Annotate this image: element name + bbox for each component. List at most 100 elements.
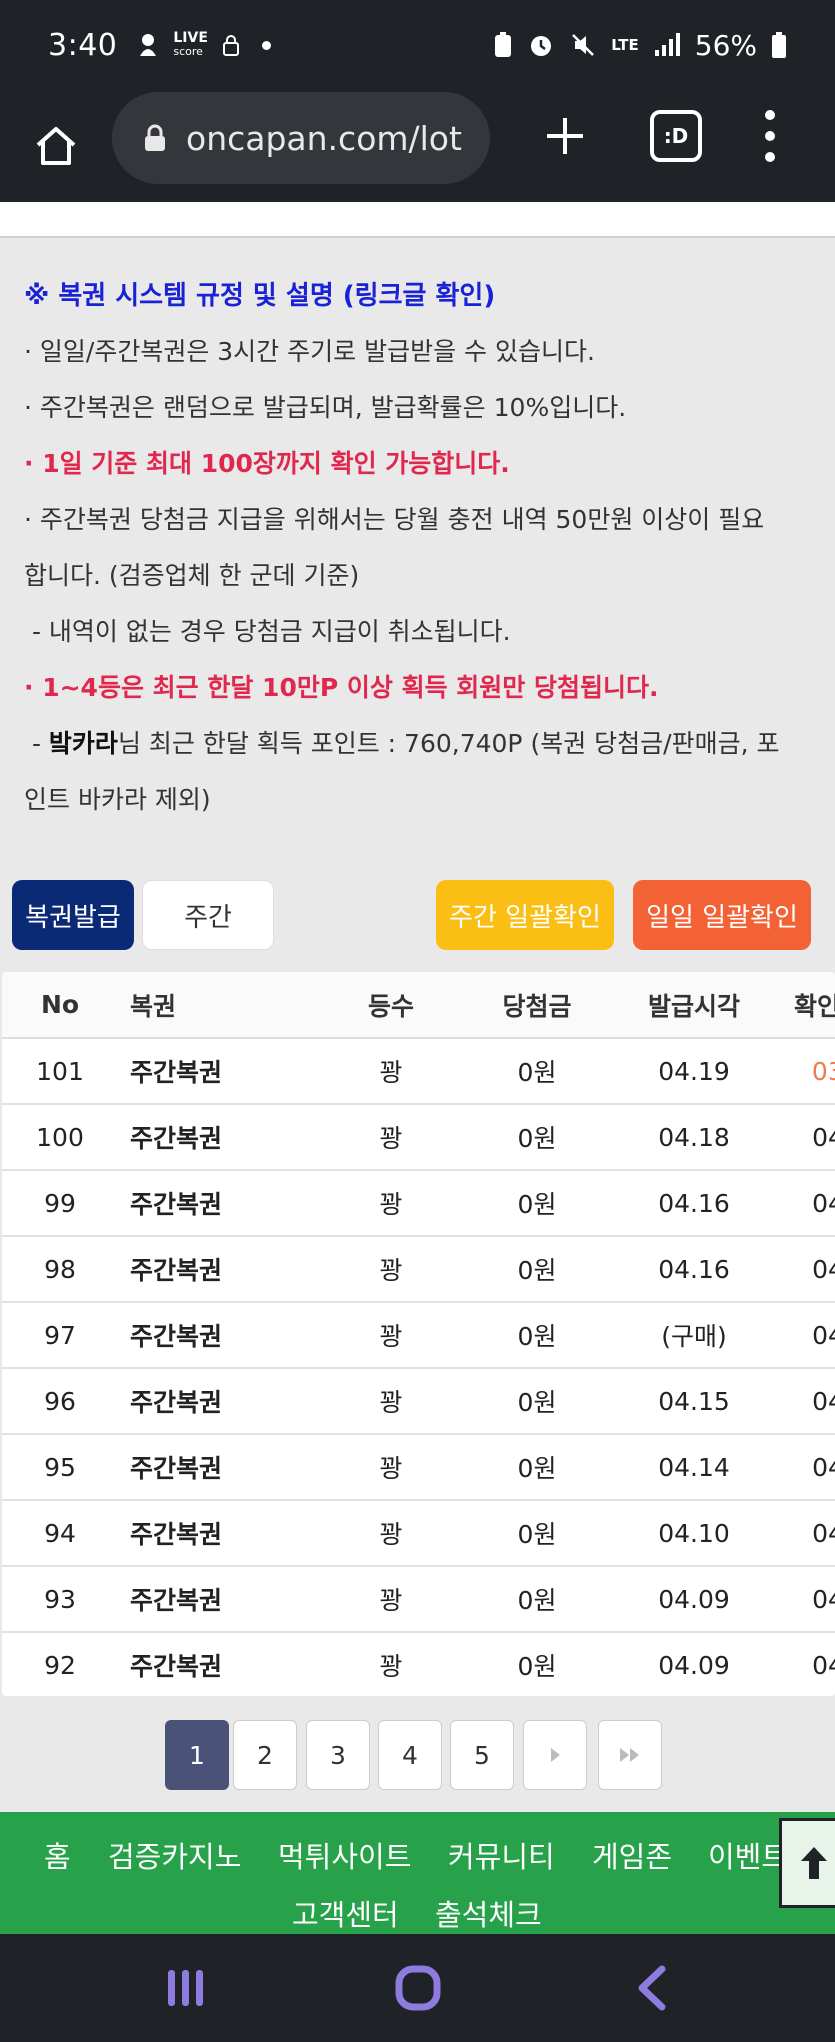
cell-issued: 04.16 bbox=[610, 1236, 778, 1303]
back-button[interactable] bbox=[622, 1958, 682, 2018]
footer-link-game-zone[interactable]: 게임존 bbox=[592, 1834, 672, 1876]
score-label: score bbox=[173, 45, 203, 58]
footer-link-support[interactable]: 고객센터 bbox=[292, 1892, 399, 1934]
cell-prize: 0원 bbox=[464, 1368, 610, 1435]
page-3-button[interactable]: 3 bbox=[306, 1720, 370, 1790]
table-row[interactable]: 95 주간복권 꽝 0원 04.14 04.1 bbox=[2, 1434, 835, 1501]
page-5-button[interactable]: 5 bbox=[450, 1720, 514, 1790]
header-ticket: 복권 bbox=[118, 972, 318, 1039]
cell-rank: 꽝 bbox=[318, 1500, 464, 1567]
cell-no: 99 bbox=[2, 1170, 118, 1237]
cell-confirm: 04.1 bbox=[778, 1368, 835, 1435]
header-rank: 등수 bbox=[318, 972, 464, 1039]
cell-prize: 0원 bbox=[464, 1302, 610, 1369]
table-row[interactable]: 100 주간복권 꽝 0원 04.18 04.1 bbox=[2, 1104, 835, 1171]
cell-ticket: 주간복권 bbox=[118, 1434, 318, 1501]
cell-confirm: 04.1 bbox=[778, 1500, 835, 1567]
page-2-button[interactable]: 2 bbox=[233, 1720, 297, 1790]
table-row[interactable]: 92 주간복권 꽝 0원 04.09 04.0 bbox=[2, 1632, 835, 1696]
browser-menu-button[interactable] bbox=[750, 104, 790, 168]
tickets-table-container[interactable]: No 복권 등수 당첨금 발급시각 확인시각 101 주간복권 꽝 0원 04.… bbox=[2, 972, 835, 1696]
next-icon bbox=[551, 1748, 560, 1762]
table-row[interactable]: 98 주간복권 꽝 0원 04.16 04.1 bbox=[2, 1236, 835, 1303]
rule-line: - 내역이 없는 경우 당첨금 지급이 취소됩니다. bbox=[24, 617, 511, 646]
new-tab-button[interactable] bbox=[535, 106, 595, 166]
cell-ticket: 주간복권 bbox=[118, 1500, 318, 1567]
cell-no: 98 bbox=[2, 1236, 118, 1303]
home-icon bbox=[36, 127, 76, 165]
cell-confirm: 04.0 bbox=[778, 1632, 835, 1696]
cell-prize: 0원 bbox=[464, 1632, 610, 1696]
cell-issued: 04.18 bbox=[610, 1104, 778, 1171]
table-row[interactable]: 97 주간복권 꽝 0원 (구매) 04.1 bbox=[2, 1302, 835, 1369]
arrow-up-icon bbox=[801, 1847, 827, 1879]
rule-line: · 일일/주간복권은 3시간 주기로 발급받을 수 있습니다. bbox=[24, 337, 595, 366]
table-row[interactable]: 99 주간복권 꽝 0원 04.16 04.1 bbox=[2, 1170, 835, 1237]
cell-issued: 04.09 bbox=[610, 1632, 778, 1696]
system-home-button[interactable] bbox=[388, 1958, 448, 2018]
cell-confirm: 04.1 bbox=[778, 1170, 835, 1237]
system-home-icon bbox=[395, 1965, 441, 2011]
cell-issued: 04.19 bbox=[610, 1038, 778, 1105]
cell-prize: 0원 bbox=[464, 1434, 610, 1501]
tickets-table: No 복권 등수 당첨금 발급시각 확인시각 101 주간복권 꽝 0원 04.… bbox=[2, 972, 835, 1696]
recent-apps-button[interactable] bbox=[155, 1958, 215, 2018]
tabs-button[interactable]: :D bbox=[650, 110, 702, 162]
footer-link-community[interactable]: 커뮤니티 bbox=[448, 1834, 555, 1876]
cell-prize: 0원 bbox=[464, 1500, 610, 1567]
network-type: LTE bbox=[611, 36, 639, 54]
table-row[interactable]: 101 주간복권 꽝 0원 04.19 03:3 bbox=[2, 1038, 835, 1105]
top-panel-edge bbox=[0, 202, 835, 238]
weekly-check-all-button[interactable]: 주간 일괄확인 bbox=[436, 880, 614, 950]
status-right-icons: LTE 56% bbox=[493, 29, 787, 62]
next-page-button[interactable] bbox=[523, 1720, 587, 1790]
cell-prize: 0원 bbox=[464, 1566, 610, 1633]
username: 밬카라 bbox=[48, 729, 118, 758]
cell-confirm: 04.1 bbox=[778, 1104, 835, 1171]
page-1-button[interactable]: 1 bbox=[165, 1720, 229, 1790]
rules-heading-link[interactable]: ※ 복권 시스템 규정 및 설명 (링크글 확인) bbox=[24, 268, 824, 324]
app-notification-icon bbox=[140, 34, 157, 56]
weekly-filter-button[interactable]: 주간 bbox=[142, 880, 274, 950]
lock-icon bbox=[222, 35, 239, 56]
home-button[interactable] bbox=[0, 90, 112, 202]
scroll-to-top-button[interactable] bbox=[779, 1818, 835, 1908]
footer-link-home[interactable]: 홈 bbox=[44, 1834, 71, 1876]
recent-apps-icon bbox=[168, 1970, 203, 2006]
footer-link-verified-casino[interactable]: 검증카지노 bbox=[108, 1834, 241, 1876]
menu-dot bbox=[765, 152, 775, 162]
table-row[interactable]: 96 주간복권 꽝 0원 04.15 04.1 bbox=[2, 1368, 835, 1435]
header-issued: 발급시각 bbox=[610, 972, 778, 1039]
footer-link-attendance[interactable]: 출석체크 bbox=[435, 1892, 542, 1934]
footer-link-scam-sites[interactable]: 먹튀사이트 bbox=[278, 1834, 411, 1876]
cell-rank: 꽝 bbox=[318, 1236, 464, 1303]
live-label: LIVE bbox=[173, 30, 208, 46]
header-no: No bbox=[2, 972, 118, 1039]
cell-rank: 꽝 bbox=[318, 1038, 464, 1105]
table-row[interactable]: 94 주간복권 꽝 0원 04.10 04.1 bbox=[2, 1500, 835, 1567]
plus-icon bbox=[547, 118, 583, 154]
cell-confirm: 03:3 bbox=[778, 1038, 835, 1105]
cell-no: 95 bbox=[2, 1434, 118, 1501]
url-text: oncapan.com/lot bbox=[186, 118, 462, 158]
table-row[interactable]: 93 주간복권 꽝 0원 04.09 04.0 bbox=[2, 1566, 835, 1633]
cell-ticket: 주간복권 bbox=[118, 1368, 318, 1435]
issue-ticket-button[interactable]: 복권발급 bbox=[12, 880, 134, 950]
menu-dot bbox=[765, 110, 775, 120]
cell-no: 94 bbox=[2, 1500, 118, 1567]
footer-link-event[interactable]: 이벤트 bbox=[708, 1834, 788, 1876]
rule-line-highlight: · 1~4등은 최근 한달 10만P 이상 획득 회원만 당첨됩니다. bbox=[24, 673, 659, 702]
cell-prize: 0원 bbox=[464, 1170, 610, 1237]
battery-saver-icon bbox=[495, 32, 512, 57]
cell-issued: 04.16 bbox=[610, 1170, 778, 1237]
cell-rank: 꽝 bbox=[318, 1302, 464, 1369]
cell-ticket: 주간복권 bbox=[118, 1632, 318, 1696]
browser-toolbar: oncapan.com/lot :D bbox=[0, 90, 835, 202]
page-4-button[interactable]: 4 bbox=[378, 1720, 442, 1790]
cell-issued: 04.10 bbox=[610, 1500, 778, 1567]
cell-issued: 04.09 bbox=[610, 1566, 778, 1633]
address-bar[interactable]: oncapan.com/lot bbox=[112, 92, 490, 184]
daily-check-all-button[interactable]: 일일 일괄확인 bbox=[633, 880, 811, 950]
last-page-button[interactable] bbox=[598, 1720, 662, 1790]
cell-rank: 꽝 bbox=[318, 1434, 464, 1501]
